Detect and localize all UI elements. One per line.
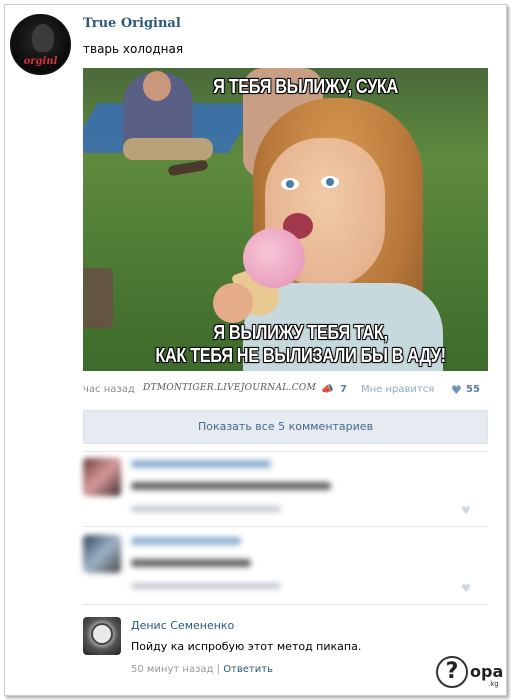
helmet-icon [91, 623, 113, 645]
meme-caption-top: Я ТЕБЯ ВЫЛИЖУ, СУКА [213, 76, 398, 98]
comment-blurred [83, 535, 488, 595]
post-author[interactable]: True Original [83, 16, 181, 31]
comment-text-blurred [131, 559, 251, 567]
comment-divider [83, 526, 488, 527]
comment-divider [83, 451, 488, 452]
comment-avatar[interactable] [83, 617, 121, 655]
comment-time[interactable]: 50 минут назад [131, 664, 213, 675]
comment-author-blurred [131, 537, 241, 545]
watermark-text: opa [470, 662, 504, 681]
meme-bg-stroller [83, 268, 113, 328]
like-count[interactable]: 55 [466, 384, 480, 395]
share-count[interactable]: 7 [340, 384, 347, 395]
meme-girl-eye-right [321, 176, 339, 188]
watermark-question-icon: ? [436, 656, 468, 688]
comment-avatar [83, 535, 121, 573]
reply-link[interactable]: Ответить [223, 664, 273, 675]
watermark-suffix: .kg [488, 680, 499, 688]
meme-image[interactable]: Я ТЕБЯ ВЫЛИЖУ, СУКА Я ВЫЛИЖУ ТЕБЯ ТАК, К… [83, 68, 488, 371]
comment-footer: 50 минут назад | Ответить [131, 664, 273, 675]
comment-footer-blurred [131, 506, 281, 512]
avatar-logo-text: orginl [23, 56, 58, 67]
raven-icon [32, 24, 54, 52]
meme-icecream-scoop [243, 228, 305, 288]
comment-author[interactable]: Денис Семененко [131, 619, 234, 632]
meme-girl-eye-left [281, 178, 299, 190]
author-avatar[interactable]: orginl [10, 14, 71, 75]
show-all-comments-button[interactable]: Показать все 5 комментариев [83, 410, 488, 444]
meme-girl-hand [213, 283, 253, 323]
comment-text: Пойду ка испробую этот метод пикапа. [131, 640, 362, 653]
post-meta: час назад DTMONTIGER.LIVEJOURNAL.COM 📣 7… [83, 383, 488, 400]
site-watermark: ? opa .kg [432, 654, 504, 694]
comment-author-blurred [131, 460, 271, 468]
heart-icon[interactable]: ♥ [461, 583, 473, 594]
image-watermark-site: DTMONTIGER.LIVEJOURNAL.COM [143, 383, 317, 393]
post-time[interactable]: час назад [83, 384, 135, 395]
comment-avatar [83, 458, 121, 496]
meme-bg-legs [123, 138, 213, 160]
meme-bg-shoe [167, 159, 209, 177]
meme-caption-bottom-2: КАК ТЕБЯ НЕ ВЫЛИЗАЛИ БЫ В АДУ! [155, 345, 446, 367]
comment-divider [83, 604, 488, 605]
heart-icon[interactable]: ♥ [461, 505, 473, 516]
heart-icon[interactable]: ♥ [451, 383, 462, 397]
post-text: тварь холодная [83, 42, 184, 56]
comment-text-blurred [131, 482, 331, 490]
like-label[interactable]: Мне нравится [361, 384, 434, 395]
megaphone-icon[interactable]: 📣 [321, 384, 333, 395]
comment-footer-blurred [131, 583, 281, 589]
comment-blurred [83, 458, 488, 518]
meme-caption-bottom-1: Я ВЫЛИЖУ ТЕБЯ ТАК, [213, 322, 388, 344]
comment-footer-separator: | [216, 664, 220, 675]
